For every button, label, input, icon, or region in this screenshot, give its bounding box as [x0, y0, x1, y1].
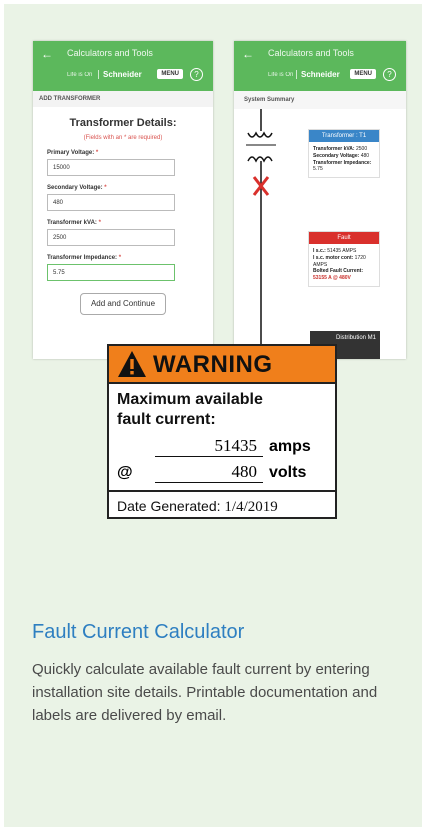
secondary-voltage-label: Secondary Voltage: *	[47, 185, 107, 191]
tagline: Life is On	[67, 72, 93, 78]
card-heading: Fault Current Calculator	[32, 621, 245, 643]
brand-logo: Schneider	[296, 70, 340, 79]
fault-box-title: Fault	[309, 232, 379, 244]
warning-triangle-icon	[118, 351, 146, 377]
transformer-box-title: Transformer : T1	[309, 130, 379, 142]
secondary-voltage-input[interactable]: 480	[47, 194, 175, 211]
help-icon[interactable]: ?	[190, 68, 203, 81]
menu-button[interactable]: MENU	[157, 69, 183, 79]
amps-value: 51435	[155, 436, 263, 457]
transformer-form: Transformer Details: (Fields with an * a…	[33, 107, 213, 319]
transformer-summary-box[interactable]: Transformer : T1 Transformer kVA: 2500 S…	[308, 129, 380, 178]
required-note: (Fields with an * are required)	[83, 135, 163, 141]
back-arrow-icon[interactable]: ←	[242, 47, 254, 61]
transformer-diagram-icon	[246, 109, 276, 359]
primary-voltage-label: Primary Voltage: *	[47, 150, 99, 156]
product-card: ← Calculators and Tools Life is On Schne…	[4, 4, 422, 827]
amps-unit: amps	[269, 438, 311, 455]
fault-summary-box[interactable]: Fault I s.c.: 51435 AMPS I s.c. motor co…	[308, 231, 380, 287]
transformer-kva-input[interactable]: 2500	[47, 229, 175, 246]
back-arrow-icon[interactable]: ←	[41, 47, 53, 61]
system-summary-screenshot: ← Calculators and Tools Life is On Schne…	[234, 41, 406, 359]
warning-label: WARNING Maximum available fault current:…	[107, 344, 337, 519]
section-label: System Summary	[234, 91, 406, 109]
warning-title: WARNING	[153, 351, 273, 378]
volts-row: @ 480 volts	[117, 462, 329, 484]
menu-button[interactable]: MENU	[350, 69, 376, 79]
volts-unit: volts	[269, 464, 307, 481]
app-header: ← Calculators and Tools Life is On Schne…	[234, 41, 406, 91]
fault-box-body: I s.c.: 51435 AMPS I s.c. motor cont: 17…	[313, 248, 366, 281]
help-icon[interactable]: ?	[383, 68, 396, 81]
primary-voltage-input[interactable]: 15000	[47, 159, 175, 176]
transformer-form-screenshot: ← Calculators and Tools Life is On Schne…	[33, 41, 213, 359]
transformer-impedance-input[interactable]: 5.75	[47, 264, 175, 281]
warning-message: Maximum available fault current:	[117, 391, 263, 428]
amps-row: 51435 amps	[117, 436, 329, 458]
volts-value: 480	[155, 462, 263, 483]
app-title: Calculators and Tools	[268, 48, 354, 58]
tagline: Life is On	[268, 72, 294, 78]
app-header: ← Calculators and Tools Life is On Schne…	[33, 41, 213, 91]
transformer-kva-label: Transformer kVA: *	[47, 220, 101, 226]
transformer-box-body: Transformer kVA: 2500 Secondary Voltage:…	[313, 146, 372, 173]
add-and-continue-button[interactable]: Add and Continue	[80, 293, 166, 315]
card-description: Quickly calculate available fault curren…	[32, 661, 378, 724]
brand-logo: Schneider	[98, 70, 142, 79]
app-title: Calculators and Tools	[67, 48, 153, 58]
form-title: Transformer Details:	[69, 117, 177, 129]
section-label: ADD TRANSFORMER	[33, 91, 213, 107]
at-symbol: @	[117, 464, 133, 481]
date-generated: Date Generated: 1/4/2019	[109, 490, 335, 517]
warning-header: WARNING	[109, 346, 335, 384]
transformer-impedance-label: Transformer Impedance: *	[47, 255, 122, 261]
